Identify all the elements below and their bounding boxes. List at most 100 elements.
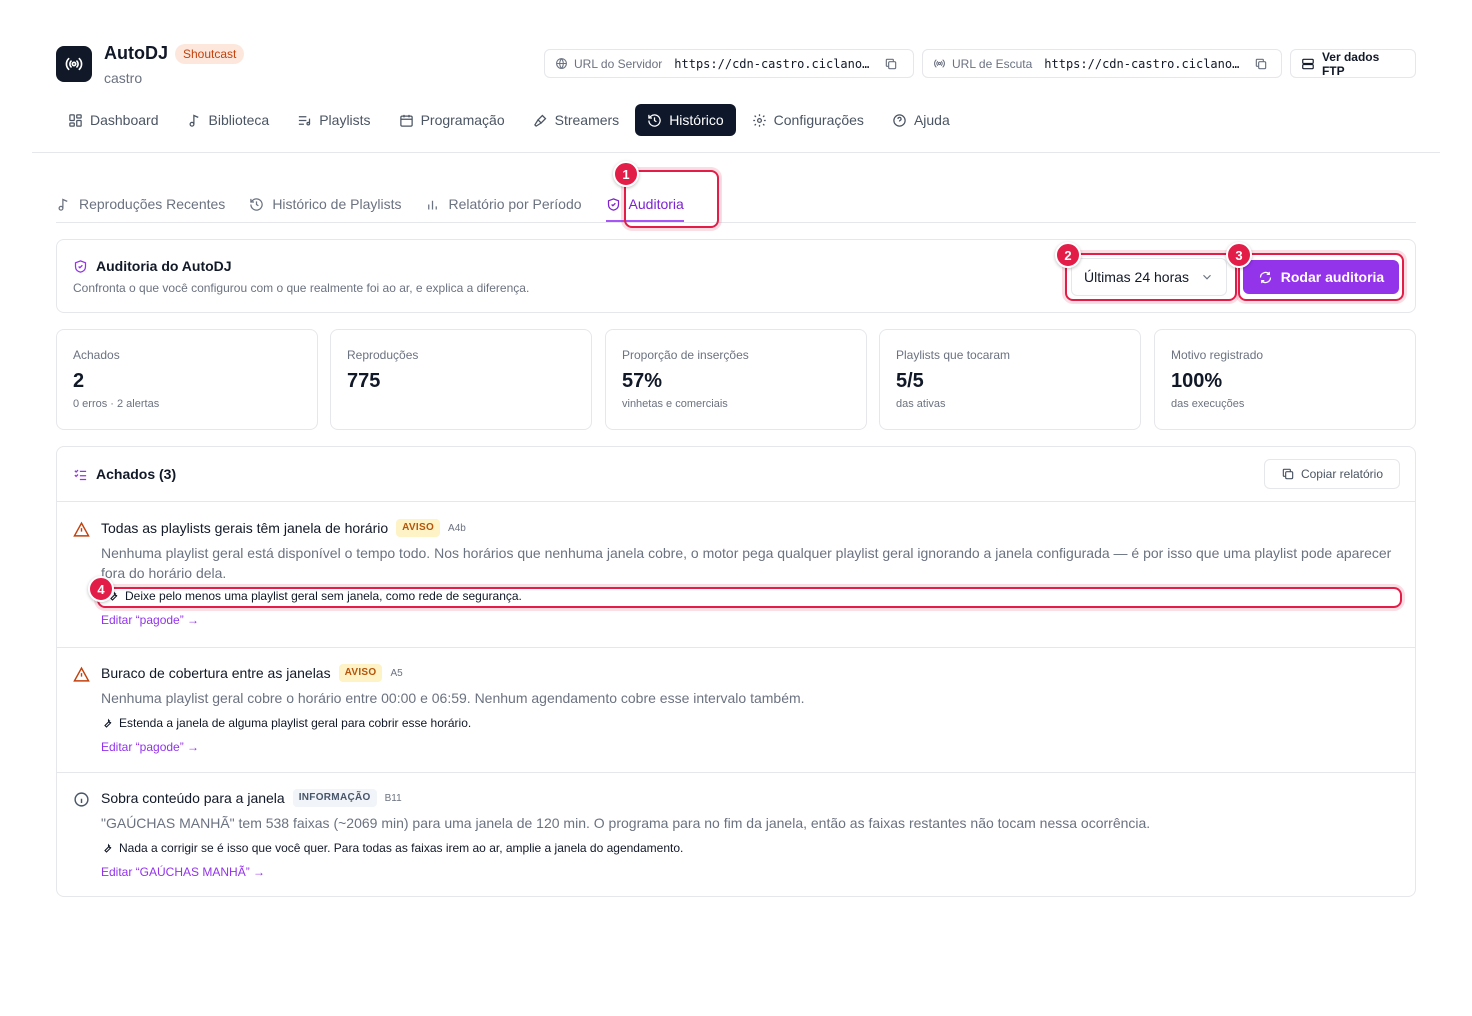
nav-item-historico[interactable]: Histórico bbox=[635, 104, 736, 136]
findings-header: Achados (3) Copiar relatório bbox=[57, 447, 1415, 502]
stat-note: vinhetas e comerciais bbox=[622, 398, 728, 410]
copy-server-url-button[interactable] bbox=[884, 57, 898, 71]
stat-card-reproducoes: Reproduções 775 bbox=[330, 329, 592, 430]
nav-label: Programação bbox=[420, 112, 505, 128]
stat-label: Motivo registrado bbox=[1171, 348, 1264, 362]
edit-playlist-link[interactable]: Editar “GAÚCHAS MANHÃ” → bbox=[101, 865, 265, 879]
finding-code: A4b bbox=[448, 522, 466, 534]
findings-title: Achados (3) bbox=[73, 466, 176, 482]
edit-playlist-link[interactable]: Editar “pagode” → bbox=[101, 740, 199, 754]
finding-title-text: Todas as playlists gerais têm janela de … bbox=[101, 520, 389, 536]
dashboard-icon bbox=[69, 113, 82, 127]
nav-item-playlists[interactable]: Playlists bbox=[285, 104, 382, 136]
severity-badge: INFORMAÇÃO bbox=[292, 789, 377, 807]
tab-auditoria[interactable]: Auditoria bbox=[605, 186, 685, 222]
finding-fix: Estenda a janela de alguma playlist gera… bbox=[101, 716, 471, 730]
finding-fix-text: Deixe pelo menos uma playlist geral sem … bbox=[125, 589, 522, 603]
severity-badge: AVISO bbox=[396, 519, 441, 537]
annotation-marker: 3 bbox=[1226, 242, 1252, 268]
finding-description: "GAÚCHAS MANHÃ" tem 538 faixas (~2069 mi… bbox=[101, 815, 1151, 831]
finding-item: Sobra conteúdo para a janela INFORMAÇÃO … bbox=[57, 773, 1415, 897]
wrench-icon bbox=[104, 718, 112, 728]
finding-fix-text: Nada a corrigir se é isso que você quer.… bbox=[119, 841, 684, 855]
stat-card-playlists: Playlists que tocaram 5/5 das ativas bbox=[879, 329, 1141, 430]
music-note-icon bbox=[189, 114, 198, 127]
annotation-marker: 4 bbox=[88, 576, 114, 602]
stat-value: 775 bbox=[347, 370, 381, 392]
finding-fix: Deixe pelo menos uma playlist geral sem … bbox=[107, 589, 522, 603]
period-select[interactable]: Últimas 24 horas bbox=[1071, 258, 1227, 296]
finding-item: Buraco de cobertura entre as janelas AVI… bbox=[57, 648, 1415, 772]
subtabs-divider bbox=[56, 222, 1416, 223]
stat-value: 100% bbox=[1171, 370, 1223, 392]
nav-label: Biblioteca bbox=[208, 112, 270, 128]
server-url-field: URL do Servidor https://cdn-castro.cicla… bbox=[544, 49, 914, 78]
calendar-icon bbox=[399, 114, 413, 127]
run-audit-button[interactable]: Rodar auditoria bbox=[1243, 260, 1399, 294]
app-logo bbox=[56, 46, 92, 82]
finding-description: Nenhuma playlist geral está disponível o… bbox=[101, 545, 1392, 581]
finding-fix-text: Estenda a janela de alguma playlist gera… bbox=[119, 716, 472, 730]
stat-label: Achados bbox=[73, 348, 120, 362]
tab-historico-playlists[interactable]: Histórico de Playlists bbox=[249, 186, 413, 222]
stat-value: 57% bbox=[622, 370, 663, 392]
audit-title: Auditoria do AutoDJ bbox=[73, 258, 232, 274]
finding-title: Buraco de cobertura entre as janelas AVI… bbox=[101, 664, 403, 682]
gear-icon bbox=[752, 113, 766, 127]
stat-label: Proporção de inserções bbox=[622, 348, 749, 362]
finding-description: Nenhuma playlist geral cobre o horário e… bbox=[101, 690, 805, 706]
nav-label: Configurações bbox=[773, 112, 864, 128]
copy-report-button[interactable]: Copiar relatório bbox=[1264, 459, 1400, 489]
wrench-icon bbox=[104, 843, 112, 853]
tab-label: Relatório por Período bbox=[448, 196, 582, 212]
audit-description: Confronta o que você configurou com o qu… bbox=[73, 281, 530, 295]
finding-item: Todas as playlists gerais têm janela de … bbox=[57, 503, 1415, 647]
nav-item-configuracoes[interactable]: Configurações bbox=[740, 104, 876, 136]
audit-title-text: Auditoria do AutoDJ bbox=[96, 258, 232, 274]
globe-icon bbox=[556, 58, 567, 69]
finding-title-text: Buraco de cobertura entre as janelas bbox=[101, 665, 331, 681]
nav-label: Playlists bbox=[319, 112, 371, 128]
annotation-marker: 2 bbox=[1055, 242, 1081, 268]
nav-item-dashboard[interactable]: Dashboard bbox=[56, 104, 171, 136]
history-icon bbox=[648, 113, 661, 127]
listen-url-value: https://cdn-castro.ciclano… bbox=[1044, 56, 1240, 71]
stat-value: 2 bbox=[73, 370, 85, 392]
finding-title-text: Sobra conteúdo para a janela bbox=[101, 790, 285, 806]
app-subtitle: castro bbox=[104, 70, 143, 86]
server-icon bbox=[1302, 58, 1314, 69]
tab-reproducoes-recentes[interactable]: Reproduções Recentes bbox=[56, 186, 237, 222]
nav-item-programacao[interactable]: Programação bbox=[387, 104, 517, 136]
nav-label: Ajuda bbox=[913, 112, 950, 128]
finding-title: Todas as playlists gerais têm janela de … bbox=[101, 519, 466, 537]
tab-relatorio-periodo[interactable]: Relatório por Período bbox=[425, 186, 593, 222]
broadcast-icon bbox=[65, 57, 83, 71]
broadcast-icon bbox=[934, 59, 945, 68]
history-icon bbox=[250, 197, 264, 211]
finding-code: B11 bbox=[384, 792, 402, 804]
audit-header-card: Auditoria do AutoDJ Confronta o que você… bbox=[56, 239, 1416, 313]
chevron-down-icon bbox=[1203, 274, 1211, 280]
nav-divider bbox=[32, 152, 1440, 153]
stat-note: das ativas bbox=[896, 398, 946, 410]
finding-title: Sobra conteúdo para a janela INFORMAÇÃO … bbox=[101, 789, 402, 807]
findings-title-text: Achados (3) bbox=[96, 466, 177, 482]
stat-label: Playlists que tocaram bbox=[896, 348, 1011, 362]
nav-item-ajuda[interactable]: Ajuda bbox=[880, 104, 962, 136]
refresh-icon bbox=[1259, 271, 1271, 283]
tab-label: Reproduções Recentes bbox=[79, 196, 226, 212]
checklist-icon bbox=[74, 469, 87, 480]
run-audit-label: Rodar auditoria bbox=[1280, 269, 1385, 285]
copy-listen-url-button[interactable] bbox=[1254, 57, 1268, 71]
finding-code: A5 bbox=[390, 667, 403, 679]
nav-label: Histórico bbox=[669, 112, 724, 128]
ftp-data-button[interactable]: Ver dados FTP bbox=[1290, 49, 1416, 78]
nav-label: Dashboard bbox=[90, 112, 159, 128]
edit-playlist-link[interactable]: Editar “pagode” → bbox=[101, 613, 199, 627]
shield-icon bbox=[74, 259, 87, 273]
nav-item-streamers[interactable]: Streamers bbox=[521, 104, 632, 136]
nav-item-biblioteca[interactable]: Biblioteca bbox=[175, 104, 282, 136]
bar-chart-icon bbox=[428, 200, 438, 209]
finding-fix: Nada a corrigir se é isso que você quer.… bbox=[101, 841, 683, 855]
stat-note: das execuções bbox=[1171, 398, 1245, 410]
